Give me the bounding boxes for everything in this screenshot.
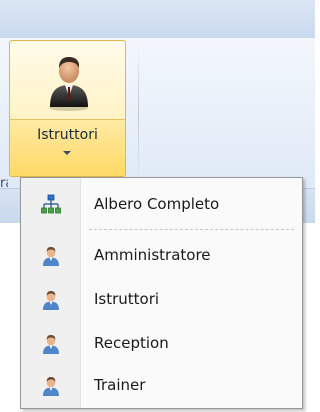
- menu-item-istruttori[interactable]: Istruttori: [21, 278, 302, 320]
- dropdown-menu: Albero Completo Amministratore Istruttor…: [20, 177, 303, 409]
- menu-item-label: Albero Completo: [94, 195, 220, 213]
- menu-item-reception[interactable]: Reception: [21, 322, 302, 364]
- user-icon: [43, 247, 59, 266]
- menu-item-label: Trainer: [94, 376, 146, 394]
- title-bar: [0, 0, 315, 39]
- ribbon-group-separator: [138, 44, 139, 184]
- menu-item-amministratore[interactable]: Amministratore: [21, 234, 302, 276]
- menu-item-label: Reception: [94, 334, 169, 352]
- user-icon: [43, 335, 59, 354]
- split-button-top[interactable]: [10, 41, 125, 120]
- menu-item-label: Istruttori: [94, 290, 160, 308]
- menu-item-trainer[interactable]: Trainer: [21, 364, 302, 406]
- istruttori-split-button[interactable]: Istruttori: [9, 40, 126, 177]
- org-tree-icon: [41, 194, 61, 214]
- split-button-label[interactable]: Istruttori: [10, 127, 125, 143]
- menu-item-label: Amministratore: [94, 246, 211, 264]
- truncated-group-label: ra: [0, 176, 8, 191]
- menu-item-albero-completo[interactable]: Albero Completo: [21, 183, 302, 225]
- dropdown-arrow-icon[interactable]: [63, 151, 71, 155]
- user-large-icon: [50, 57, 88, 111]
- user-icon: [43, 291, 59, 310]
- menu-separator: [89, 229, 294, 230]
- user-icon: [43, 377, 59, 396]
